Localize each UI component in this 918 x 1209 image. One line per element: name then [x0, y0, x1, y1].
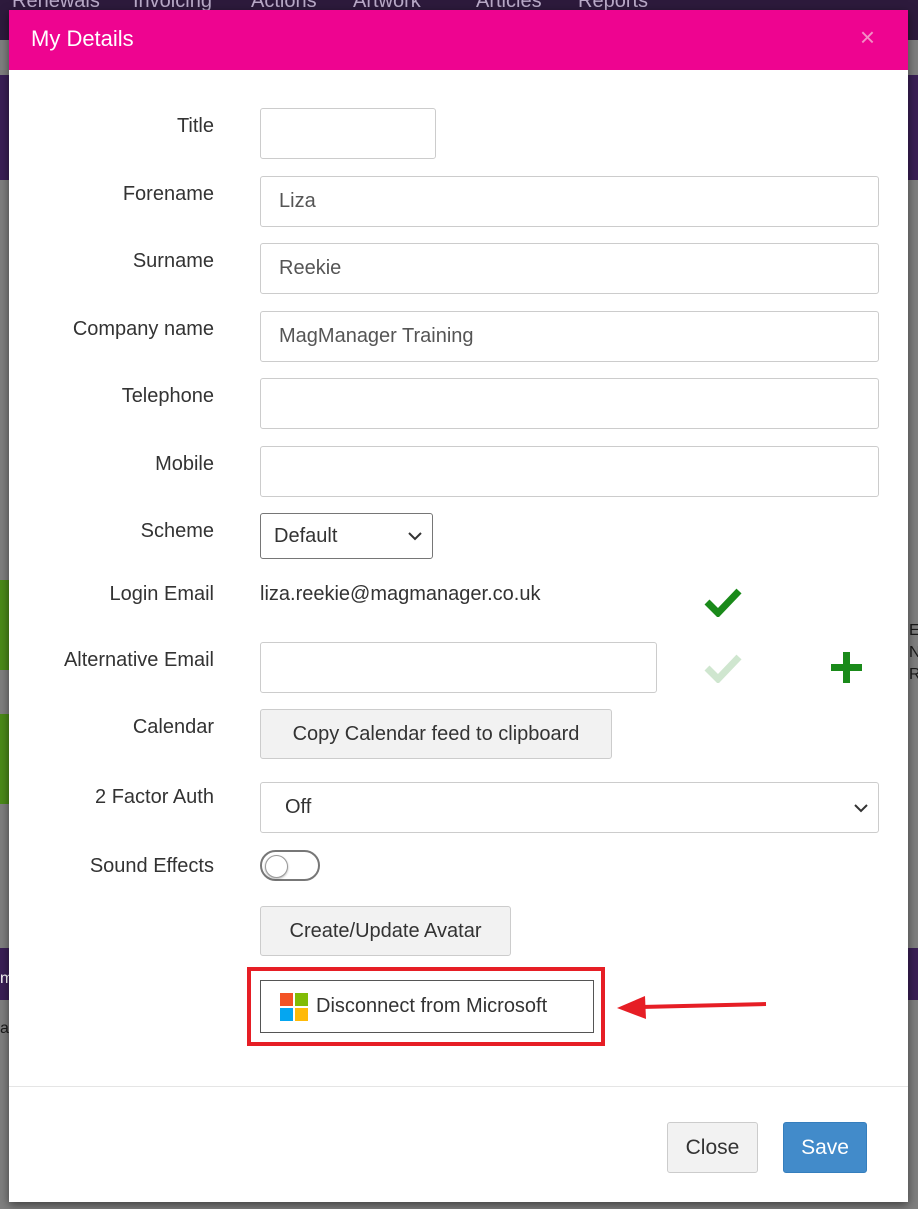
- alt-email-label: Alternative Email: [63, 649, 214, 671]
- plus-icon[interactable]: [829, 650, 864, 685]
- save-button[interactable]: Save: [783, 1122, 867, 1173]
- mobile-label: Mobile: [155, 453, 214, 475]
- two-factor-select[interactable]: Off: [260, 782, 879, 833]
- sound-effects-toggle[interactable]: [260, 850, 320, 881]
- bg-text: N: [909, 644, 918, 661]
- copy-calendar-button[interactable]: Copy Calendar feed to clipboard: [260, 709, 612, 759]
- two-factor-selected-value: Off: [285, 796, 312, 818]
- my-details-modal: My Details × Title Forename Surname Comp…: [9, 10, 908, 1202]
- modal-title: My Details: [31, 26, 134, 51]
- footer-divider: [9, 1086, 908, 1087]
- chevron-down-icon: [408, 532, 422, 541]
- company-label: Company name: [72, 318, 214, 340]
- annotation-highlight-box: [247, 967, 605, 1046]
- two-factor-label: 2 Factor Auth: [95, 786, 214, 808]
- title-input[interactable]: [260, 108, 436, 159]
- mobile-input[interactable]: [260, 446, 879, 497]
- modal-header: My Details ×: [9, 10, 908, 70]
- close-icon[interactable]: ×: [860, 24, 875, 50]
- annotation-arrow-icon: [617, 996, 767, 1019]
- login-email-label: Login Email: [109, 583, 214, 605]
- check-icon: [704, 654, 742, 683]
- calendar-label: Calendar: [132, 716, 214, 738]
- forename-label: Forename: [122, 183, 214, 205]
- sound-effects-label: Sound Effects: [89, 855, 214, 877]
- telephone-label: Telephone: [121, 385, 214, 407]
- close-button[interactable]: Close: [667, 1122, 758, 1173]
- scheme-select[interactable]: Default: [260, 513, 433, 559]
- bg-text: E: [909, 622, 918, 639]
- forename-input[interactable]: [260, 176, 879, 227]
- telephone-input[interactable]: [260, 378, 879, 429]
- surname-label: Surname: [132, 250, 214, 272]
- bg-text: R: [909, 666, 918, 683]
- company-input[interactable]: [260, 311, 879, 362]
- scheme-selected-value: Default: [274, 524, 338, 547]
- chevron-down-icon: [854, 803, 868, 812]
- check-icon: [704, 588, 742, 617]
- scheme-label: Scheme: [140, 520, 214, 542]
- create-avatar-button[interactable]: Create/Update Avatar: [260, 906, 511, 956]
- alt-email-input[interactable]: [260, 642, 657, 693]
- surname-input[interactable]: [260, 243, 879, 294]
- title-label: Title: [176, 115, 214, 137]
- toggle-knob: [265, 855, 288, 878]
- login-email-value: liza.reekie@magmanager.co.uk: [260, 583, 541, 605]
